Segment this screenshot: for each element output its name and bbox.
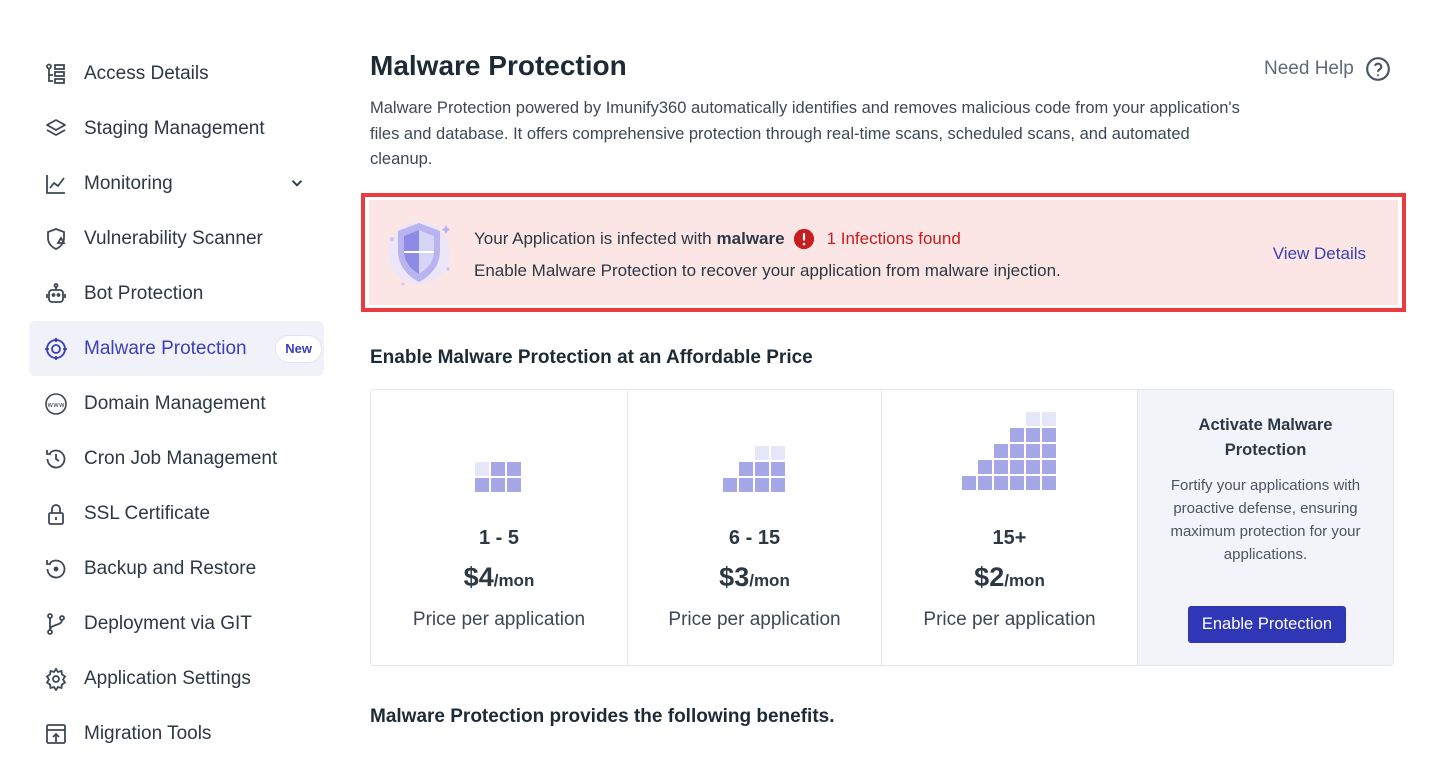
sidebar-item-monitoring[interactable]: Monitoring (29, 156, 324, 211)
sidebar-item-label: Vulnerability Scanner (84, 227, 263, 249)
tier-price-value: $2 (974, 562, 1005, 592)
tier-description: Price per application (668, 609, 841, 630)
pricing-tier-2: 6 - 15 $3/mon Price per application (628, 390, 882, 665)
sidebar-item-label: Staging Management (84, 117, 265, 139)
sidebar-item-cron-job-management[interactable]: Cron Job Management (29, 431, 324, 486)
sidebar: Access Details Staging Management Monito… (29, 46, 324, 761)
error-icon (793, 228, 814, 250)
sidebar-item-migration-tools[interactable]: Migration Tools (29, 706, 324, 761)
layers-icon (43, 116, 69, 142)
page-description: Malware Protection powered by Imunify360… (370, 99, 1240, 168)
sidebar-item-ssl-certificate[interactable]: SSL Certificate (29, 486, 324, 541)
need-help-label: Need Help (1264, 58, 1354, 79)
pricing-tier-3: 15+ $2/mon Price per application (882, 390, 1138, 665)
lock-icon (43, 501, 69, 527)
access-details-icon (43, 61, 69, 87)
pricing-section-title: Enable Malware Protection at an Affordab… (370, 347, 813, 368)
alert-prefix: Your Application is infected with (474, 229, 712, 248)
alert-emphasis: malware (716, 229, 785, 248)
tier-description: Price per application (923, 609, 1096, 630)
bot-icon (43, 281, 69, 307)
tier-2-blocks-graphic (628, 410, 881, 492)
alert-headline: Your Application is infected with malwar… (474, 228, 961, 250)
tier-price: $3/mon (628, 562, 881, 593)
tier-price-unit: /mon (749, 571, 790, 590)
chevron-down-icon[interactable] (288, 174, 306, 192)
sidebar-item-malware-protection[interactable]: Malware Protection New (29, 321, 324, 376)
sidebar-item-staging-management[interactable]: Staging Management (29, 101, 324, 156)
sidebar-item-label: Deployment via GIT (84, 612, 252, 634)
new-badge: New (275, 335, 322, 363)
www-icon: www (43, 391, 69, 417)
alert-message: Enable Malware Protection to recover you… (474, 261, 1061, 280)
tier-price: $2/mon (882, 562, 1137, 593)
tier-price: $4/mon (371, 562, 627, 593)
activate-description: Fortify your applications with proactive… (1170, 477, 1361, 563)
pricing-tier-1: 1 - 5 $4/mon Price per application (371, 390, 628, 665)
shield-warning-icon (43, 226, 69, 252)
shield-icon (388, 222, 451, 286)
need-help-link[interactable]: Need Help (1264, 56, 1391, 82)
sidebar-item-label: Malware Protection (84, 337, 247, 359)
chart-line-icon (43, 171, 69, 197)
sidebar-item-label: Bot Protection (84, 282, 204, 304)
sidebar-item-label: Monitoring (84, 172, 173, 194)
activate-title: Activate Malware Protection (1198, 416, 1333, 459)
tier-3-blocks-graphic (882, 410, 1137, 492)
svg-text:www: www (47, 401, 64, 409)
sidebar-item-vulnerability-scanner[interactable]: Vulnerability Scanner (29, 211, 324, 266)
tier-range: 15+ (992, 527, 1027, 549)
sidebar-item-label: Backup and Restore (84, 557, 257, 579)
virus-target-icon (43, 336, 69, 362)
sidebar-item-bot-protection[interactable]: Bot Protection (29, 266, 324, 321)
history-clock-icon (43, 446, 69, 472)
pricing-card: 1 - 5 $4/mon Price per application 6 - 1… (370, 389, 1394, 666)
git-branch-icon (43, 611, 69, 637)
tier-price-value: $4 (463, 562, 494, 592)
tier-range: 1 - 5 (478, 527, 520, 549)
sidebar-item-label: Cron Job Management (84, 447, 278, 469)
malware-alert: Your Application is infected with malwar… (369, 200, 1398, 305)
gear-icon (43, 666, 69, 692)
tier-price-unit: /mon (1004, 571, 1045, 590)
enable-protection-button[interactable]: Enable Protection (1188, 606, 1346, 643)
sidebar-item-label: Migration Tools (84, 722, 212, 744)
sidebar-item-label: Access Details (84, 62, 209, 84)
question-circle-icon (1365, 57, 1390, 81)
migration-icon (43, 721, 69, 747)
activate-panel: Activate Malware Protection Fortify your… (1138, 390, 1393, 665)
sidebar-item-application-settings[interactable]: Application Settings (29, 651, 324, 706)
sidebar-item-deployment-via-git[interactable]: Deployment via GIT (29, 596, 324, 651)
tier-description: Price per application (412, 609, 586, 630)
page-title: Malware Protection (370, 50, 627, 81)
sidebar-item-access-details[interactable]: Access Details (29, 46, 324, 101)
tier-1-blocks-graphic (371, 410, 627, 492)
sidebar-item-label: Domain Management (84, 392, 266, 414)
sidebar-item-label: SSL Certificate (84, 502, 211, 524)
tier-price-value: $3 (719, 562, 750, 592)
infections-count: 1 Infections found (826, 229, 961, 248)
sidebar-item-domain-management[interactable]: www Domain Management (29, 376, 324, 431)
view-details-link[interactable]: View Details (1273, 244, 1366, 264)
restore-icon (43, 556, 69, 582)
sidebar-item-backup-and-restore[interactable]: Backup and Restore (29, 541, 324, 596)
tier-range: 6 - 15 (728, 527, 781, 549)
tier-price-unit: /mon (493, 571, 535, 590)
sidebar-item-label: Application Settings (84, 667, 251, 689)
benefits-title: Malware Protection provides the followin… (370, 706, 835, 727)
